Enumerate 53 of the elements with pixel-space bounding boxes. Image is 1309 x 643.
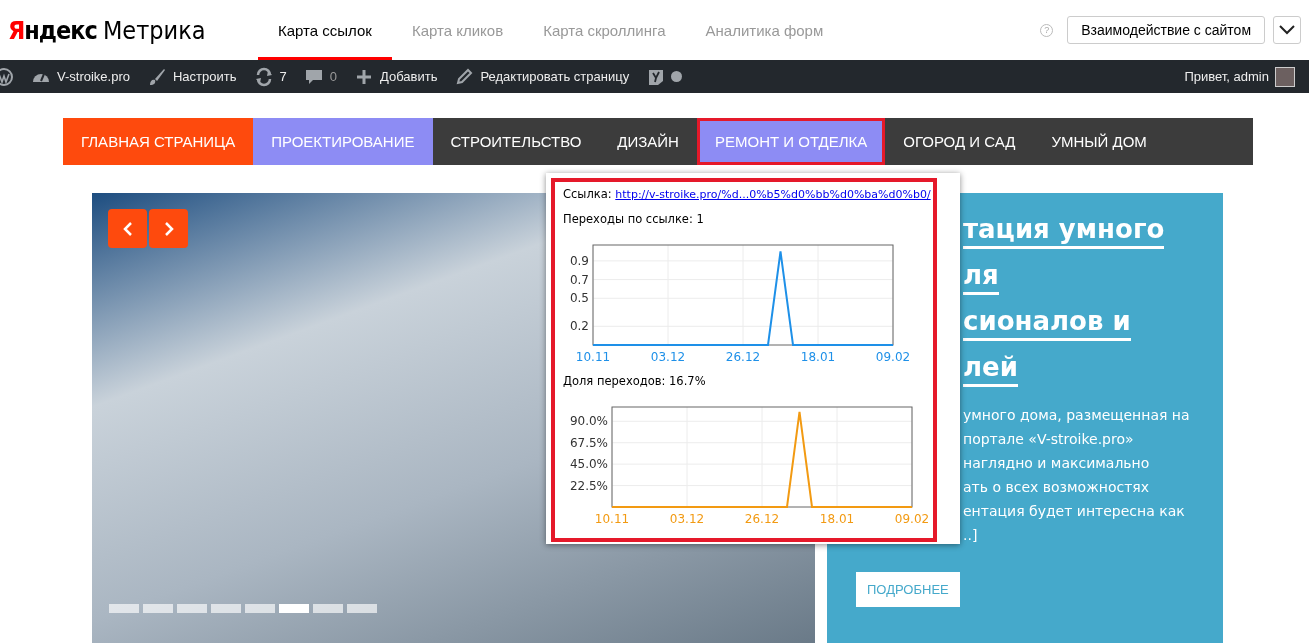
y-tick-label: 90.0% [569, 414, 608, 429]
next-slide-button[interactable] [149, 209, 188, 248]
dropdown-button[interactable] [1273, 16, 1301, 44]
text-line: умного дома, размещенная на [963, 406, 1191, 425]
chevron-right-icon [163, 221, 174, 236]
y-tick-label: 67.5% [569, 435, 608, 450]
x-tick-label: 26.12 [744, 512, 780, 526]
chevron-left-icon [122, 221, 133, 236]
link-label: Ссылка: [563, 187, 612, 201]
admin-bar-link[interactable]: V-stroike.pro [57, 69, 130, 84]
text-line: наглядно и максимально [963, 454, 1151, 473]
nav-link[interactable]: СТРОИТЕЛЬСТВО [432, 118, 600, 165]
text-line: ..] [963, 526, 979, 545]
share-label: Доля переходов: 16.7% [563, 373, 707, 389]
x-tick-label: 26.12 [725, 350, 761, 364]
count[interactable]: 0 [329, 69, 337, 84]
admin-bar-link[interactable]: Настроить [173, 69, 237, 84]
yandex-logo[interactable]: Яндекс [8, 15, 97, 45]
y-tick-label: 0.5 [569, 291, 589, 306]
y-tick-label: 0.9 [569, 253, 589, 268]
x-tick-label: 18.01 [819, 512, 855, 526]
clicks-count: Переходы по ссылке: 1 [563, 211, 705, 227]
x-tick-label: 03.12 [669, 512, 705, 526]
y-tick-label: 0.2 [569, 319, 589, 334]
chevron-down-icon [1279, 25, 1295, 35]
count[interactable]: 7 [279, 69, 287, 84]
text-line: портале «V-stroike.pro» [963, 430, 1135, 449]
x-tick-label: 03.12 [650, 350, 686, 364]
avatar-icon[interactable] [1275, 66, 1295, 87]
x-tick-label: 09.02 [875, 350, 911, 364]
x-tick-label: 10.11 [575, 350, 611, 364]
goal-selector-button[interactable]: Взаимодействие с сайтом [1067, 16, 1265, 44]
admin-bar-link[interactable]: Добавить [380, 69, 438, 84]
greeting-link[interactable]: Привет, admin [1184, 69, 1269, 84]
nav-link[interactable]: ОГОРОД И САД [885, 118, 1034, 165]
x-tick-label: 18.01 [800, 350, 836, 364]
status-dot-icon [671, 71, 683, 82]
previous-slide-button[interactable] [108, 209, 147, 248]
product-name: Метрика [102, 15, 206, 45]
y-tick-label: 0.7 [569, 272, 589, 287]
text-line: ать о всех возможностях [963, 478, 1151, 497]
wordpress-logo-icon[interactable] [0, 66, 14, 87]
admin-bar-link[interactable]: Редактировать страницу [480, 69, 630, 84]
y-tick-label: 22.5% [569, 478, 608, 493]
nav-link[interactable]: УМНЫЙ ДОМ [1033, 118, 1165, 165]
nav-link[interactable]: ДИЗАЙН [599, 118, 697, 165]
link-url[interactable]: http://v-stroike.pro/%d...0%b5%d0%bb%d0%ba%d0%b0/ [615, 188, 931, 201]
y-tick-label: 45.0% [569, 457, 608, 472]
pencil-icon[interactable] [454, 66, 475, 87]
text-line: ентация будет интересна как [963, 502, 1186, 521]
x-tick-label: 09.02 [894, 512, 930, 526]
x-tick-label: 10.11 [594, 512, 630, 526]
brush-icon[interactable] [147, 66, 167, 87]
